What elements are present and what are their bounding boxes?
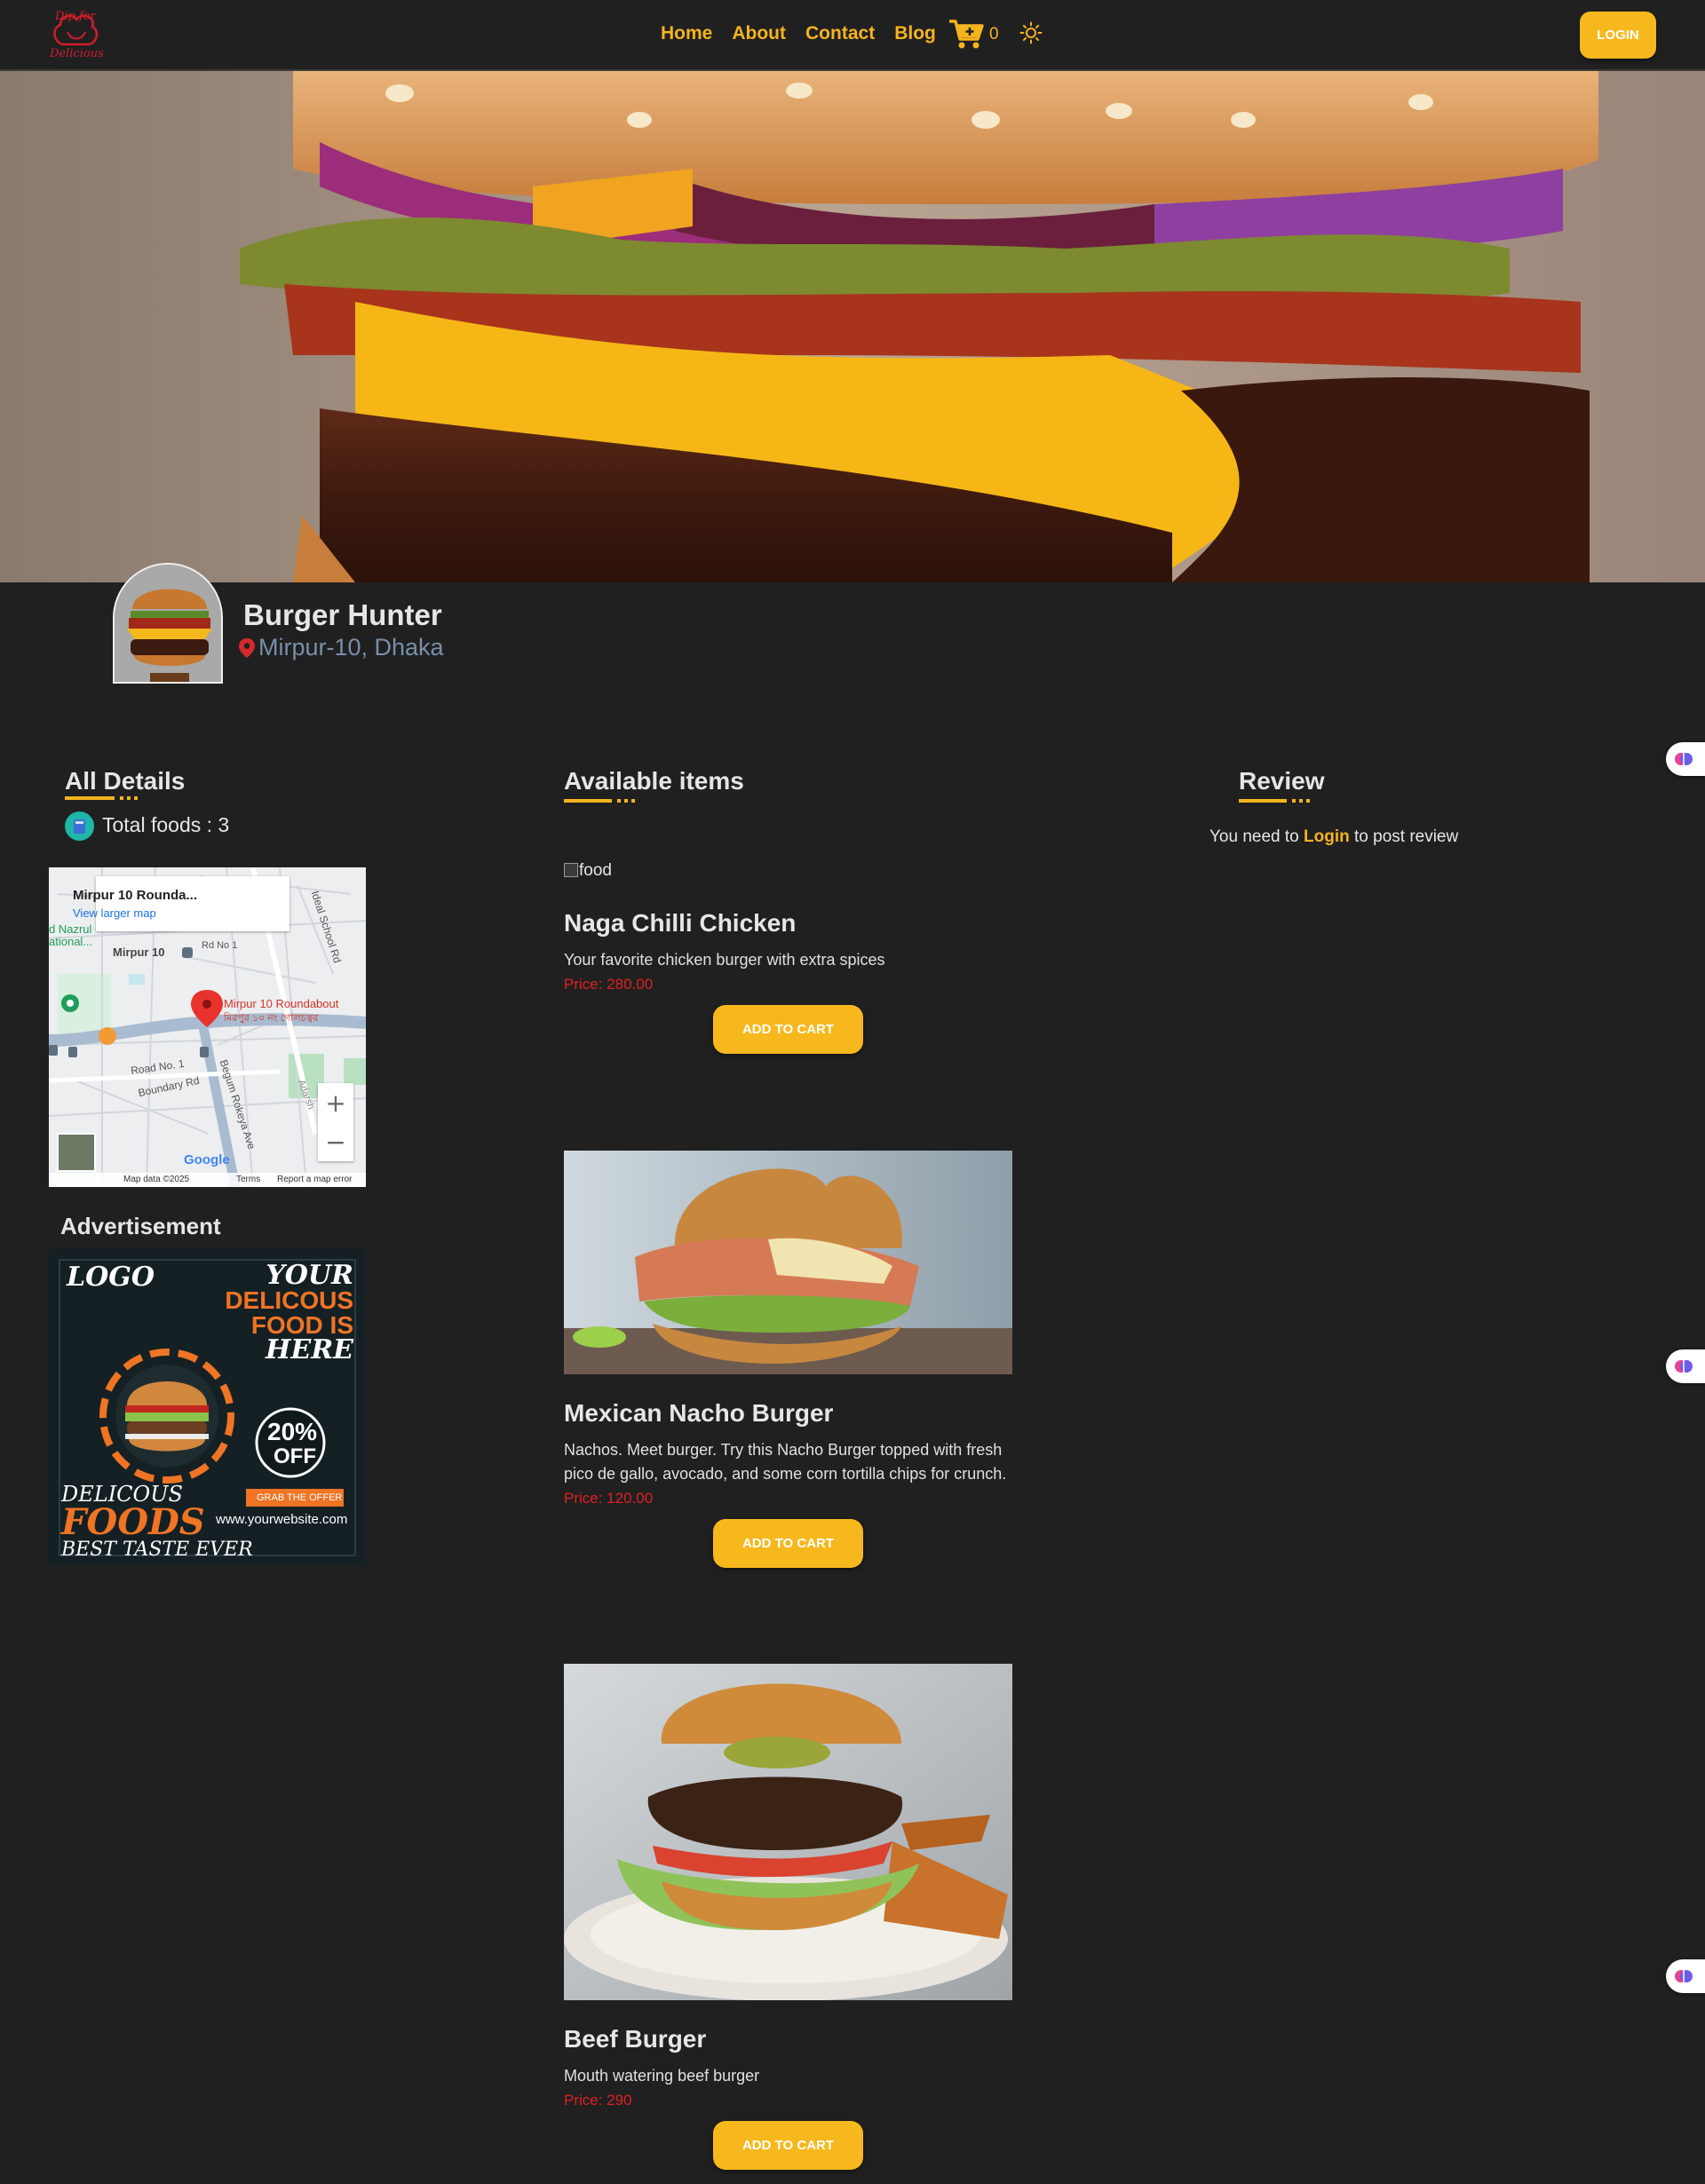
- review-heading: Review: [1239, 767, 1325, 795]
- food-title: Beef Burger: [564, 2025, 707, 2053]
- google-logo: Google: [184, 1152, 230, 1167]
- ad-cta: GRAB THE OFFER: [257, 1492, 343, 1503]
- nav-blog-link[interactable]: Blog: [894, 23, 936, 44]
- map-zoom-out-button[interactable]: −: [318, 1122, 353, 1161]
- nav-home-link[interactable]: Home: [661, 23, 712, 44]
- map-pin-icon: [238, 637, 256, 659]
- shop-name: Burger Hunter: [243, 598, 442, 631]
- map-card-title: Mirpur 10 Rounda...: [73, 888, 198, 903]
- ad-headline-4: HERE: [265, 1334, 353, 1365]
- location-map[interactable]: Mirpur 10 Rounda... View larger map Mirp…: [49, 867, 366, 1187]
- add-to-cart-button[interactable]: ADD TO CART: [713, 1519, 863, 1568]
- map-national-label: ational...: [49, 935, 93, 948]
- food-description: Nachos. Meet burger. Try this Nacho Burg…: [564, 1441, 1007, 1483]
- ad-tagline-2: FOODS: [61, 1501, 205, 1543]
- login-button[interactable]: LOGIN: [1580, 12, 1656, 59]
- all-details-heading: All Details: [65, 767, 186, 795]
- map-place-label-bn: মিরপুর ১০ নং গোলচত্বর: [224, 1013, 319, 1024]
- food-title: Mexican Nacho Burger: [564, 1399, 834, 1427]
- map-place-label: Mirpur 10 Roundabout: [224, 997, 339, 1010]
- brain-extension-icon[interactable]: [1666, 1349, 1705, 1383]
- map-data-text: Map data ©2025: [123, 1175, 190, 1184]
- map-report-link[interactable]: Report a map error: [277, 1175, 352, 1184]
- nav-about-link[interactable]: About: [732, 23, 786, 44]
- logo-text-bottom: Delicious: [50, 47, 104, 60]
- map-info-card: [96, 876, 289, 931]
- shop-location: Mirpur-10, Dhaka: [258, 634, 444, 661]
- food-image: [564, 1664, 1012, 2000]
- map-area-label: Mirpur 10: [113, 946, 165, 959]
- map-footer: Map data ©2025 Terms Report a map error: [49, 1173, 366, 1187]
- ad-website: www.yourwebsite.com: [216, 1512, 348, 1527]
- sun-icon[interactable]: [1019, 21, 1043, 44]
- add-to-cart-button[interactable]: ADD TO CART: [713, 1005, 863, 1054]
- map-zoom-in-button[interactable]: +: [318, 1083, 353, 1122]
- hero-banner-image: [0, 71, 1705, 582]
- nav-contact-link[interactable]: Contact: [805, 23, 875, 44]
- food-title: Naga Chilli Chicken: [564, 909, 797, 937]
- advertisement-banner[interactable]: LOGO YOUR DELICOUS FOOD IS HERE 20% OFF …: [49, 1249, 366, 1566]
- ad-discount-off: OFF: [274, 1444, 316, 1468]
- all-details-underline: [65, 796, 138, 800]
- ad-tagline-3: BEST TASTE EVER: [61, 1539, 253, 1561]
- food-price: Price: 120.00: [564, 1490, 654, 1507]
- food-image-alt: food: [579, 861, 612, 880]
- review-note-prefix: You need to: [1209, 827, 1305, 846]
- site-logo[interactable]: Dip for Delicious: [46, 5, 105, 64]
- advertisement-heading: Advertisement: [60, 1213, 221, 1239]
- review-login-link[interactable]: Login: [1304, 827, 1350, 846]
- nav-links: Home About Contact Blog: [661, 23, 936, 44]
- review-note-suffix: to post review: [1349, 827, 1459, 846]
- add-to-cart-button[interactable]: ADD TO CART: [713, 2121, 863, 2170]
- brain-extension-icon[interactable]: [1666, 742, 1705, 776]
- food-price: Price: 280.00: [564, 976, 654, 993]
- map-nazrul-label: d Nazrul: [49, 922, 92, 936]
- view-larger-map-link[interactable]: View larger map: [73, 906, 156, 920]
- food-count-icon: [65, 811, 94, 841]
- ad-logo-text: LOGO: [67, 1262, 155, 1293]
- broken-image-icon: [564, 863, 578, 877]
- cart-icon[interactable]: [948, 18, 984, 50]
- food-image: [564, 1151, 1012, 1374]
- cart-count: 0: [989, 25, 999, 44]
- shop-avatar-image: [113, 563, 223, 684]
- review-login-note: You need to Login to post review: [1209, 827, 1458, 847]
- available-items-underline: [564, 799, 638, 803]
- ad-discount-percent: 20%: [267, 1418, 318, 1445]
- food-image-broken: food: [564, 861, 612, 881]
- logo-text-top: Dip for: [55, 10, 96, 23]
- map-rd-no1-label: Rd No 1: [202, 940, 238, 951]
- map-zoom-controls: + −: [318, 1083, 353, 1161]
- food-price: Price: 290: [564, 2092, 632, 2109]
- total-foods-count: Total foods : 3: [102, 813, 230, 836]
- map-terms-link[interactable]: Terms: [236, 1175, 260, 1184]
- food-description: Your favorite chicken burger with extra …: [564, 951, 885, 969]
- navbar: Dip for Delicious Home About Contact Blo…: [0, 0, 1705, 71]
- brain-extension-icon[interactable]: [1666, 1959, 1705, 1993]
- review-underline: [1239, 799, 1312, 803]
- food-description: Mouth watering beef burger: [564, 2067, 760, 2085]
- available-items-heading: Available items: [564, 767, 744, 795]
